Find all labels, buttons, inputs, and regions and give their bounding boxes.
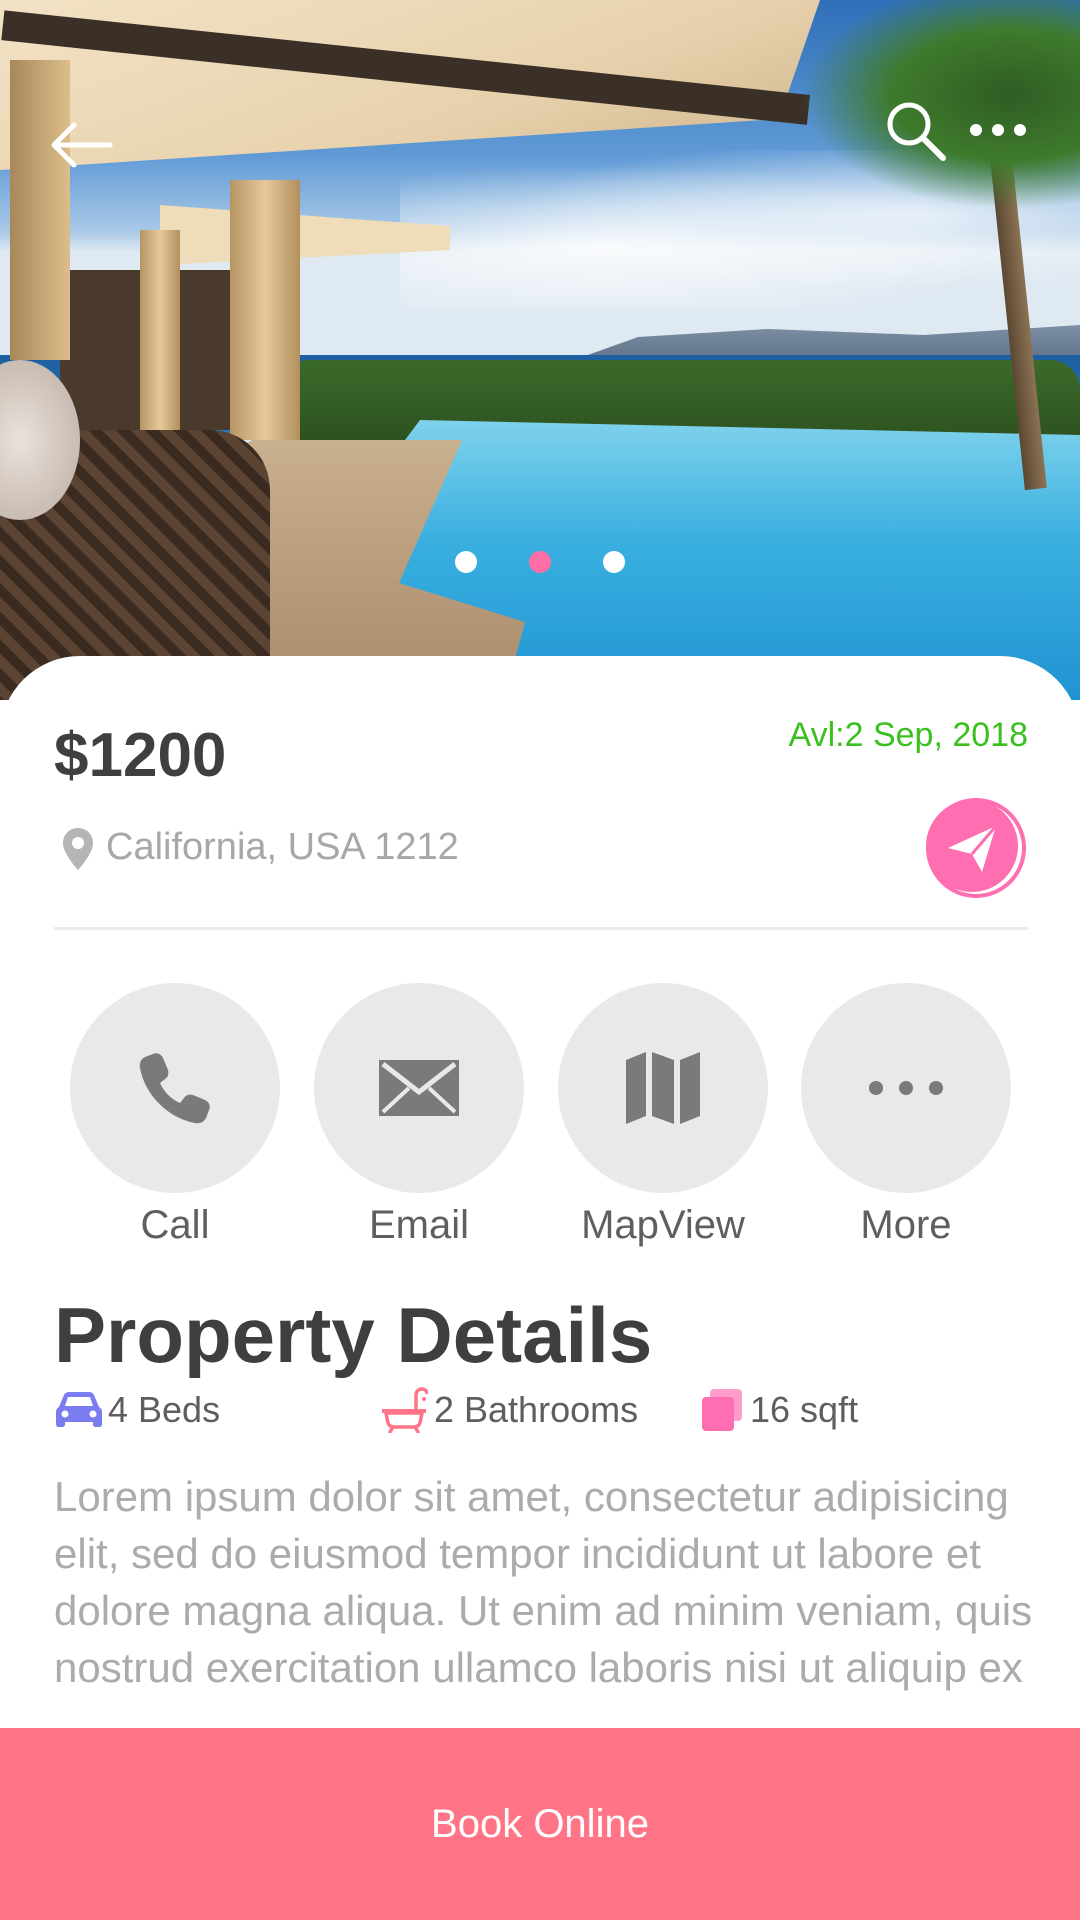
carousel-dot-active[interactable]	[529, 551, 551, 573]
column	[10, 60, 70, 360]
more-label: More	[860, 1203, 952, 1247]
location-pin-icon	[63, 828, 93, 870]
more-dots-icon[interactable]	[968, 120, 1028, 140]
email-button[interactable]: Email	[314, 983, 524, 1248]
divider	[54, 927, 1028, 930]
feature-beds: 4 Beds	[56, 1385, 220, 1435]
email-label: Email	[368, 1203, 470, 1247]
email-circle[interactable]	[314, 983, 524, 1193]
mapview-button[interactable]: MapView	[558, 983, 768, 1248]
column	[230, 180, 300, 440]
envelope-icon	[379, 1060, 459, 1116]
beds-text: 4 Beds	[108, 1389, 221, 1430]
carousel-indicator	[455, 551, 625, 573]
carousel-dot[interactable]	[603, 551, 625, 573]
column	[140, 230, 180, 430]
feature-bathrooms: 2 Bathrooms	[380, 1385, 638, 1435]
more-button[interactable]: More	[801, 983, 1011, 1248]
car-icon	[56, 1392, 102, 1427]
search-icon[interactable]	[885, 100, 947, 162]
availability-date: Avl:2 Sep, 2018	[788, 716, 1028, 754]
back-arrow-icon[interactable]	[48, 120, 114, 170]
mapview-circle[interactable]	[558, 983, 768, 1193]
more-circle[interactable]	[801, 983, 1011, 1193]
map-icon	[626, 1052, 700, 1124]
price: $1200	[54, 721, 227, 790]
more-dots-icon	[869, 1081, 943, 1095]
call-button[interactable]: Call	[70, 983, 280, 1248]
share-send-button[interactable]	[920, 796, 1028, 904]
area-text: 16 sqft	[750, 1389, 859, 1430]
phone-icon	[139, 1053, 210, 1124]
bathtub-icon	[382, 1387, 428, 1433]
area-icon	[702, 1389, 742, 1431]
call-label: Call	[140, 1203, 210, 1247]
section-title: Property Details	[54, 1291, 653, 1379]
carousel-dot[interactable]	[455, 551, 477, 573]
mapview-label: MapView	[581, 1203, 745, 1247]
feature-area: 16 sqft	[700, 1385, 858, 1435]
book-online-label: Book Online	[431, 1801, 649, 1846]
bathrooms-text: 2 Bathrooms	[434, 1389, 639, 1430]
property-description: Lorem ipsum dolor sit amet, consectetur …	[54, 1473, 1033, 1691]
call-circle[interactable]	[70, 983, 280, 1193]
book-online-button[interactable]: Book Online	[0, 1728, 1080, 1920]
location-text: California, USA 1212	[106, 826, 459, 868]
